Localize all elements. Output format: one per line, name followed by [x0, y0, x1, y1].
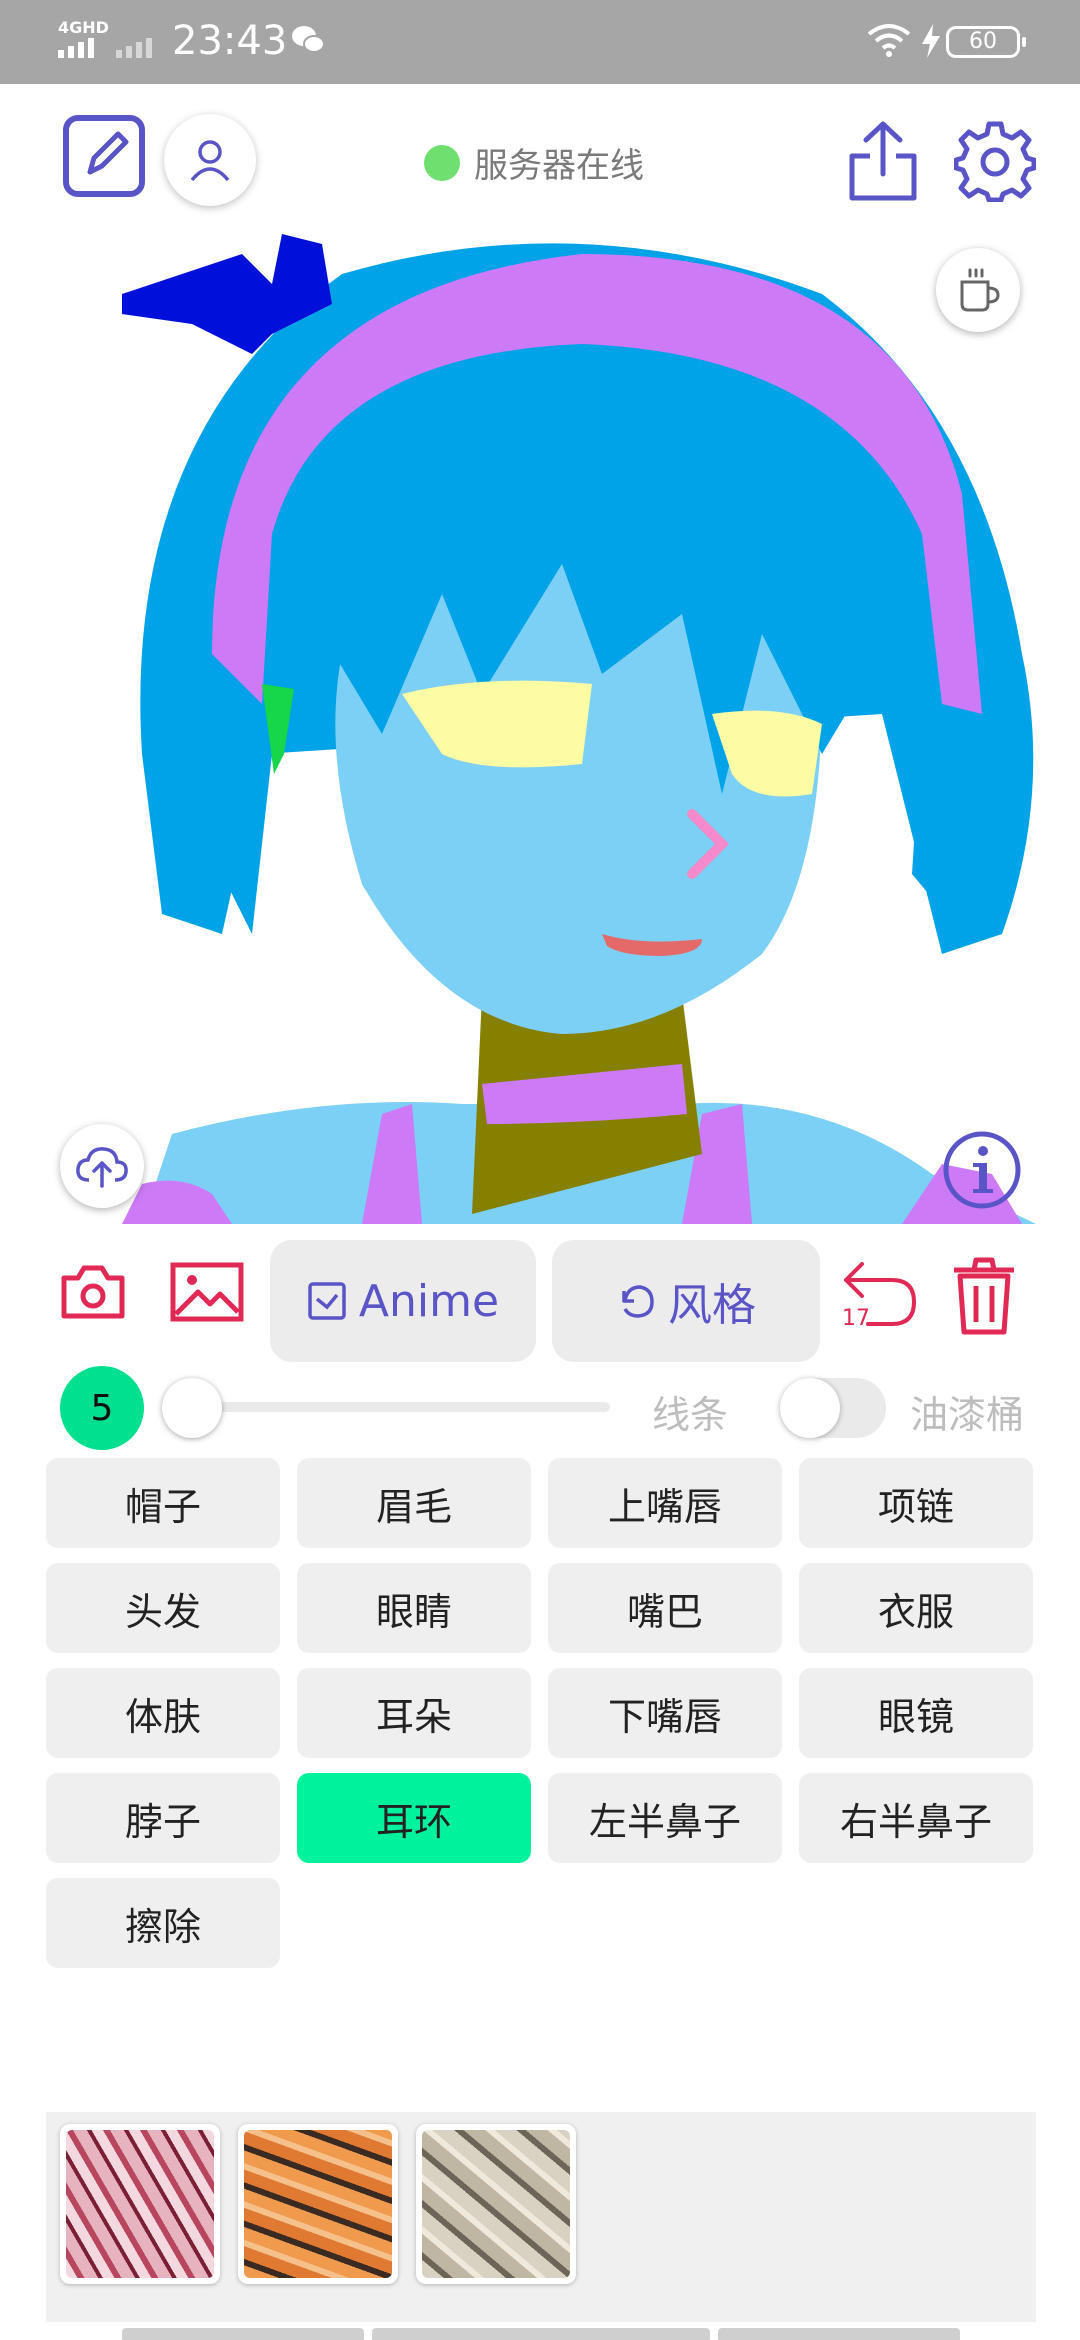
refresh-icon: [622, 1285, 654, 1318]
trash-icon[interactable]: [950, 1256, 1018, 1336]
edit-icon[interactable]: [62, 114, 146, 198]
label-button[interactable]: 上嘴唇: [548, 1458, 782, 1548]
info-button[interactable]: [940, 1128, 1024, 1212]
clock: 23:43: [172, 18, 288, 64]
label-button[interactable]: 体肤: [46, 1668, 280, 1758]
bucket-toggle[interactable]: [780, 1378, 886, 1438]
bottom-tab-indicator: [718, 2328, 960, 2340]
brush-size-badge: 5: [60, 1366, 144, 1450]
wechat-icon: [292, 26, 325, 53]
drawing-canvas[interactable]: [62, 234, 1036, 1224]
label-button[interactable]: 眼镜: [799, 1668, 1033, 1758]
network-type: 4GHD: [58, 18, 109, 37]
camera-icon[interactable]: [60, 1264, 126, 1320]
label-button[interactable]: 帽子: [46, 1458, 280, 1548]
upload-button[interactable]: [60, 1124, 144, 1208]
texture-swatch: [422, 2130, 570, 2278]
label-button[interactable]: 嘴巴: [548, 1563, 782, 1653]
server-status: 服务器在线: [424, 138, 644, 187]
share-icon[interactable]: [846, 118, 920, 204]
anime-label: Anime: [358, 1275, 500, 1327]
texture-swatch: [66, 2130, 214, 2278]
label-button[interactable]: 项链: [799, 1458, 1033, 1548]
style-button[interactable]: 风格: [552, 1240, 820, 1362]
bottom-tab-indicator: [372, 2328, 710, 2340]
label-button[interactable]: 眼睛: [297, 1563, 531, 1653]
texture-thumbnail[interactable]: [416, 2124, 576, 2284]
bucket-label: 油漆桶: [910, 1393, 1025, 1437]
texture-thumbnail[interactable]: [238, 2124, 398, 2284]
label-button[interactable]: 耳朵: [297, 1668, 531, 1758]
server-status-text: 服务器在线: [474, 146, 644, 186]
segmentation-drawing: [122, 234, 1036, 1224]
signal-2-icon: [116, 38, 152, 58]
label-button[interactable]: 右半鼻子: [799, 1773, 1033, 1863]
texture-thumbnail[interactable]: [60, 2124, 220, 2284]
label-button[interactable]: 眉毛: [297, 1458, 531, 1548]
bucket-toggle-knob: [780, 1378, 840, 1438]
texture-swatch: [244, 2130, 392, 2278]
brush-size-slider[interactable]: [190, 1402, 610, 1412]
label-button[interactable]: 衣服: [799, 1563, 1033, 1653]
erase-button[interactable]: 擦除: [46, 1878, 280, 1968]
anime-button[interactable]: Anime: [270, 1240, 536, 1362]
check-square-icon: [308, 1282, 346, 1320]
style-label: 风格: [668, 1280, 756, 1331]
status-bar: 4GHD 23:43 60: [0, 0, 1080, 84]
label-button[interactable]: 下嘴唇: [548, 1668, 782, 1758]
charging-icon: [922, 24, 940, 58]
brush-size-thumb[interactable]: [162, 1378, 222, 1438]
undo-count: 17: [842, 1306, 870, 1331]
signal-icon: [58, 38, 94, 58]
cloud-upload-icon: [76, 1147, 128, 1188]
settings-icon[interactable]: [954, 120, 1036, 202]
brush-controls: 5 线条 油漆桶: [0, 1366, 1080, 1450]
coffee-button[interactable]: [936, 248, 1020, 332]
label-button-selected[interactable]: 耳环: [297, 1773, 531, 1863]
battery-level: 60: [946, 26, 1026, 58]
wifi-icon: [867, 24, 911, 57]
bottom-tab-indicator: [122, 2328, 364, 2340]
status-dot: [424, 144, 460, 181]
label-button[interactable]: 头发: [46, 1563, 280, 1653]
coffee-icon: [960, 268, 1000, 312]
label-button[interactable]: 脖子: [46, 1773, 280, 1863]
line-label: 线条: [652, 1393, 729, 1437]
user-icon: [190, 140, 230, 182]
top-bar: 服务器在线: [0, 84, 1080, 234]
image-icon[interactable]: [170, 1262, 244, 1322]
texture-strip: [46, 2112, 1036, 2322]
toolbar: Anime 风格 17: [0, 1236, 1080, 1366]
label-button[interactable]: 左半鼻子: [548, 1773, 782, 1863]
profile-button[interactable]: [164, 114, 256, 206]
info-icon: [943, 1131, 1021, 1209]
